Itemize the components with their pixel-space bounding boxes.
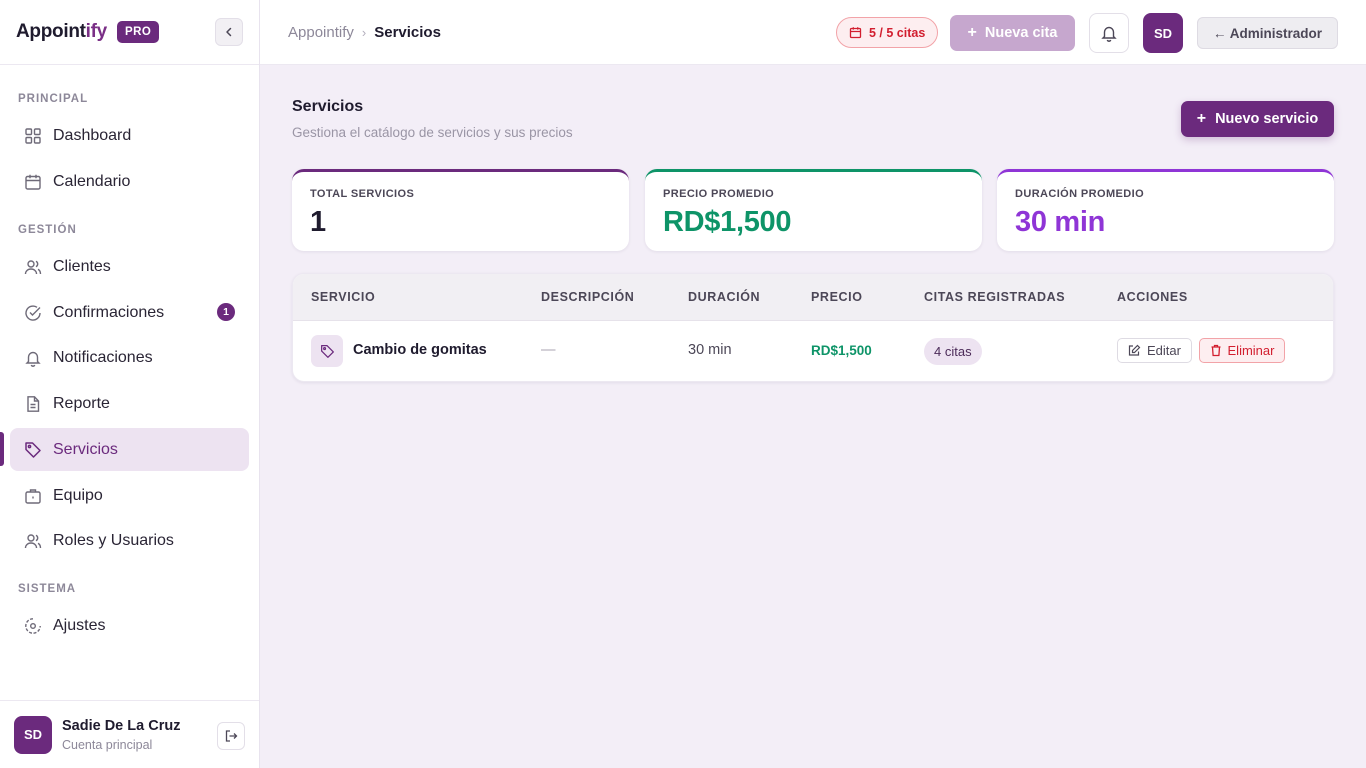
services-table: SERVICIO DESCRIPCIÓN DURACIÓN PRECIO CIT… [292,273,1334,382]
service-name: Cambio de gomitas [353,342,487,358]
service-price: RD$1,500 [811,343,872,358]
sidebar-item-reporte[interactable]: Reporte [10,382,249,425]
new-service-label: Nuevo servicio [1215,111,1319,127]
sidebar-item-label: Dashboard [53,126,132,144]
page-title: Servicios [292,98,364,115]
sidebar-item-servicios[interactable]: Servicios [10,428,249,471]
section-label-sistema: SISTEMA [18,583,77,595]
sidebar-item-dashboard[interactable]: Dashboard [10,114,249,157]
brand-logo[interactable]: Appointify [16,21,107,43]
new-appointment-button[interactable]: + Nueva cita [950,15,1075,51]
user-name: Sadie De La Cruz [62,717,181,734]
calendar-icon [24,173,42,191]
user-panel: SD Sadie De La Cruz Cuenta principal [0,700,259,768]
user-role: Cuenta principal [62,737,153,752]
sidebar-item-label: Clientes [53,257,111,275]
breadcrumb-current: Servicios [374,24,441,41]
new-service-button[interactable]: + Nuevo servicio [1181,101,1334,137]
column-header-precio[interactable]: PRECIO [811,290,863,304]
sidebar-item-label: Reporte [53,394,110,412]
grid-icon [24,127,42,145]
stat-label: TOTAL SERVICIOS [310,188,415,200]
table-row: Cambio de gomitas — 30 min RD$1,500 4 ci… [293,321,1333,381]
sidebar-item-roles-usuarios[interactable]: Roles y Usuarios [10,519,249,562]
trash-icon [1210,344,1222,357]
avatar[interactable]: SD [14,715,52,754]
pro-badge: PRO [116,21,160,43]
sidebar-item-label: Roles y Usuarios [53,531,174,549]
delete-label: Eliminar [1227,343,1275,358]
active-indicator [0,432,4,466]
stat-card-average-price: PRECIO PROMEDIO RD$1,500 [645,169,982,251]
user-info: Sadie De La Cruz Cuenta principal [62,718,180,752]
sidebar-item-equipo[interactable]: Equipo [10,474,249,517]
bell-icon [1101,26,1117,42]
brand-header: Appointify PRO [0,0,259,65]
stat-card-average-duration: DURACIÓN PROMEDIO 30 min [997,169,1334,251]
tag-icon [311,335,343,367]
confirmaciones-count-badge: 1 [217,303,235,321]
section-label-principal: PRINCIPAL [18,93,89,105]
delete-button[interactable]: Eliminar [1199,338,1285,363]
table-header: SERVICIO DESCRIPCIÓN DURACIÓN PRECIO CIT… [293,274,1333,321]
column-header-citas[interactable]: CITAS REGISTRADAS [924,290,1065,304]
sidebar-item-confirmaciones[interactable]: Confirmaciones 1 [10,291,249,334]
citas-count-badge: 4 citas [924,338,982,365]
breadcrumb: Appointify › Servicios [288,24,441,41]
sidebar-item-label: Notificaciones [53,348,153,366]
breadcrumb-root[interactable]: Appointify [288,24,354,41]
avatar[interactable]: SD [1143,13,1183,53]
new-appointment-label: Nueva cita [984,25,1058,41]
section-label-gestion: GESTIÓN [18,224,77,236]
users-icon [24,258,42,276]
stat-card-total-services: TOTAL SERVICIOS 1 [292,169,629,251]
sidebar-item-label: Servicios [53,440,118,458]
citas-usage-badge[interactable]: 5 / 5 citas [836,17,939,48]
edit-icon [1128,344,1141,357]
administrator-button[interactable]: ← Administrador [1197,17,1338,49]
stat-label: PRECIO PROMEDIO [663,188,775,200]
chevron-left-icon [226,27,232,37]
citas-usage-text: 5 / 5 citas [869,25,926,40]
sidebar-item-label: Ajustes [53,616,106,634]
tag-icon [24,441,42,459]
edit-label: Editar [1147,343,1181,358]
plus-icon: + [967,24,977,41]
document-icon [24,395,42,413]
sidebar-item-ajustes[interactable]: Ajustes [10,604,249,647]
logout-icon [225,730,238,742]
collapse-sidebar-button[interactable] [215,18,243,46]
column-header-descripcion[interactable]: DESCRIPCIÓN [541,290,634,304]
stat-value: 30 min [1015,206,1106,238]
check-circle-icon [24,304,42,322]
page-subtitle: Gestiona el catálogo de servicios y sus … [292,125,573,140]
notifications-button[interactable] [1089,13,1129,53]
top-bar: Appointify › Servicios 5 / 5 citas + Nue… [260,0,1366,65]
service-duration: 30 min [688,342,732,358]
bell-icon [24,349,42,367]
plus-icon: + [1196,110,1207,127]
stat-label: DURACIÓN PROMEDIO [1015,188,1145,200]
settings-icon [24,617,42,635]
service-description: — [541,342,556,358]
sidebar: Appointify PRO PRINCIPAL GESTIÓN SISTEMA… [0,0,260,768]
users-icon [24,532,42,550]
column-header-acciones: ACCIONES [1117,290,1188,304]
sidebar-item-label: Equipo [53,486,103,504]
stat-value: 1 [310,206,326,238]
sidebar-item-clientes[interactable]: Clientes [10,245,249,288]
sidebar-item-calendario[interactable]: Calendario [10,160,249,203]
edit-button[interactable]: Editar [1117,338,1192,363]
logout-button[interactable] [217,722,245,750]
column-header-servicio[interactable]: SERVICIO [311,290,375,304]
breadcrumb-separator: › [361,25,367,40]
stat-value: RD$1,500 [663,206,792,238]
sidebar-item-label: Confirmaciones [53,303,165,321]
column-header-duracion[interactable]: DURACIÓN [688,290,760,304]
sidebar-item-label: Calendario [53,172,131,190]
calendar-icon [849,26,862,39]
briefcase-icon [24,487,42,505]
sidebar-item-notificaciones[interactable]: Notificaciones [10,336,249,379]
